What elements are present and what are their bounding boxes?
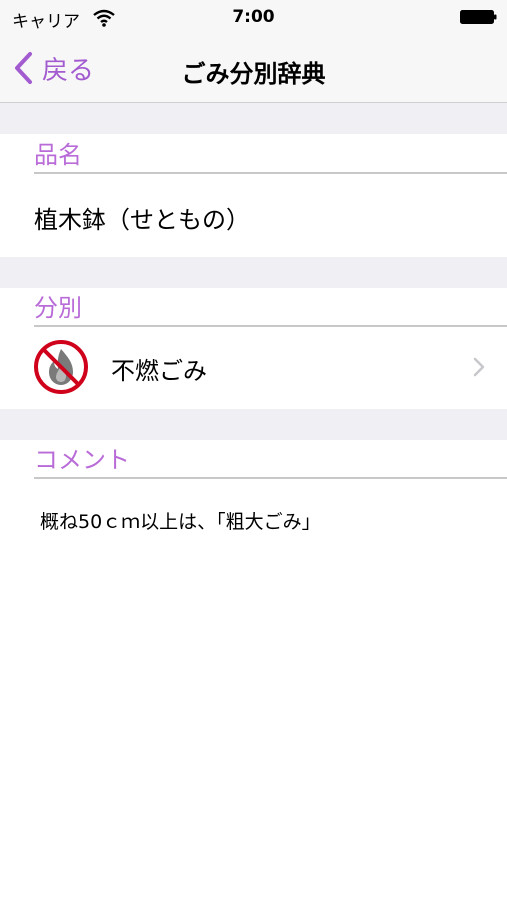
- chevron-right-icon: [473, 357, 485, 377]
- non-burnable-icon: [34, 340, 88, 394]
- category-header-label: 分別: [34, 294, 82, 322]
- status-bar: キャリア 7:00: [0, 0, 507, 34]
- category-value: 不燃ごみ: [111, 357, 207, 385]
- comment-text: 概ね50ｃｍ以上は、「粗大ごみ」: [40, 511, 321, 533]
- status-time: 7:00: [232, 7, 275, 27]
- navigation-bar: 戻る ごみ分別辞典: [0, 34, 507, 103]
- comment-header-label: コメント: [34, 446, 130, 474]
- category-section-header: 分別: [34, 287, 507, 327]
- page-title: ごみ分別辞典: [181, 60, 326, 88]
- name-section-header: 品名: [34, 134, 507, 174]
- comment-section-header: コメント: [34, 439, 507, 479]
- item-name-value: 植木鉢（せともの）: [34, 206, 250, 234]
- category-row[interactable]: 不燃ごみ: [0, 325, 507, 409]
- battery-icon: [460, 10, 497, 24]
- section-gap: [0, 257, 507, 288]
- section-gap: [0, 409, 507, 440]
- name-header-label: 品名: [34, 141, 82, 169]
- section-gap: [0, 103, 507, 134]
